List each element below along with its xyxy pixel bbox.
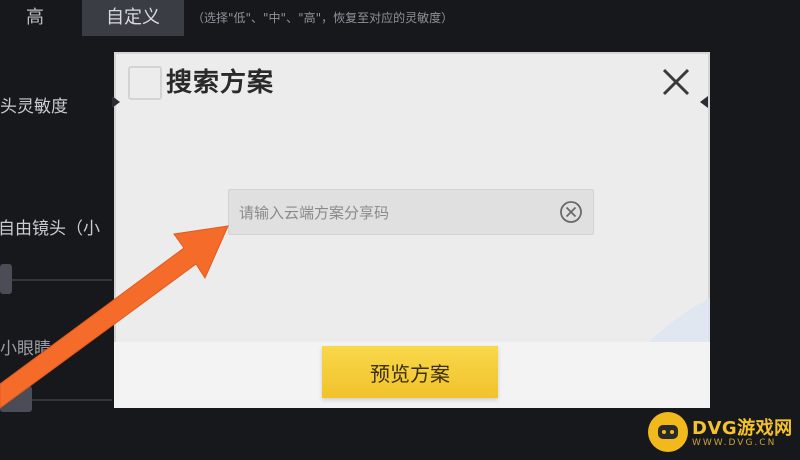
tab-custom[interactable]: 自定义 [82,0,184,36]
scheme-icon [128,66,162,100]
watermark-url: WWW.DVG.CN [692,438,777,448]
free-camera-label: 自由镜头（小 [0,219,100,239]
search-scheme-dialog: 搜索方案 预览方案 [114,52,710,408]
watermark-brand: DVG游戏网 [692,418,793,439]
corner-marker-left [112,96,120,108]
clear-icon[interactable] [559,200,583,224]
corner-marker-right [700,96,708,108]
close-icon[interactable] [658,64,694,100]
sensitivity-hint: （选择"低"、"中"、"高"，恢复至对应的灵敏度） [192,11,454,25]
share-code-input[interactable] [237,190,551,236]
search-box [228,189,594,236]
slider-track-2[interactable] [32,399,112,401]
slider-knob[interactable] [0,264,12,294]
slider-knob-2[interactable] [0,386,32,412]
sensitivity-tabs: 高 自定义 （选择"低"、"中"、"高"，恢复至对应的灵敏度） [0,0,800,36]
gamepad-logo-icon [648,412,688,452]
eye-label: 小眼睛 [0,339,51,359]
dialog-title: 搜索方案 [166,68,275,98]
slider-track[interactable] [12,279,112,281]
camera-sensitivity-label: 头灵敏度 [0,97,68,117]
preview-scheme-button[interactable]: 预览方案 [322,346,498,398]
tab-high[interactable]: 高 [0,0,70,36]
watermark: DVG游戏网 WWW.DVG.CN [648,408,798,458]
